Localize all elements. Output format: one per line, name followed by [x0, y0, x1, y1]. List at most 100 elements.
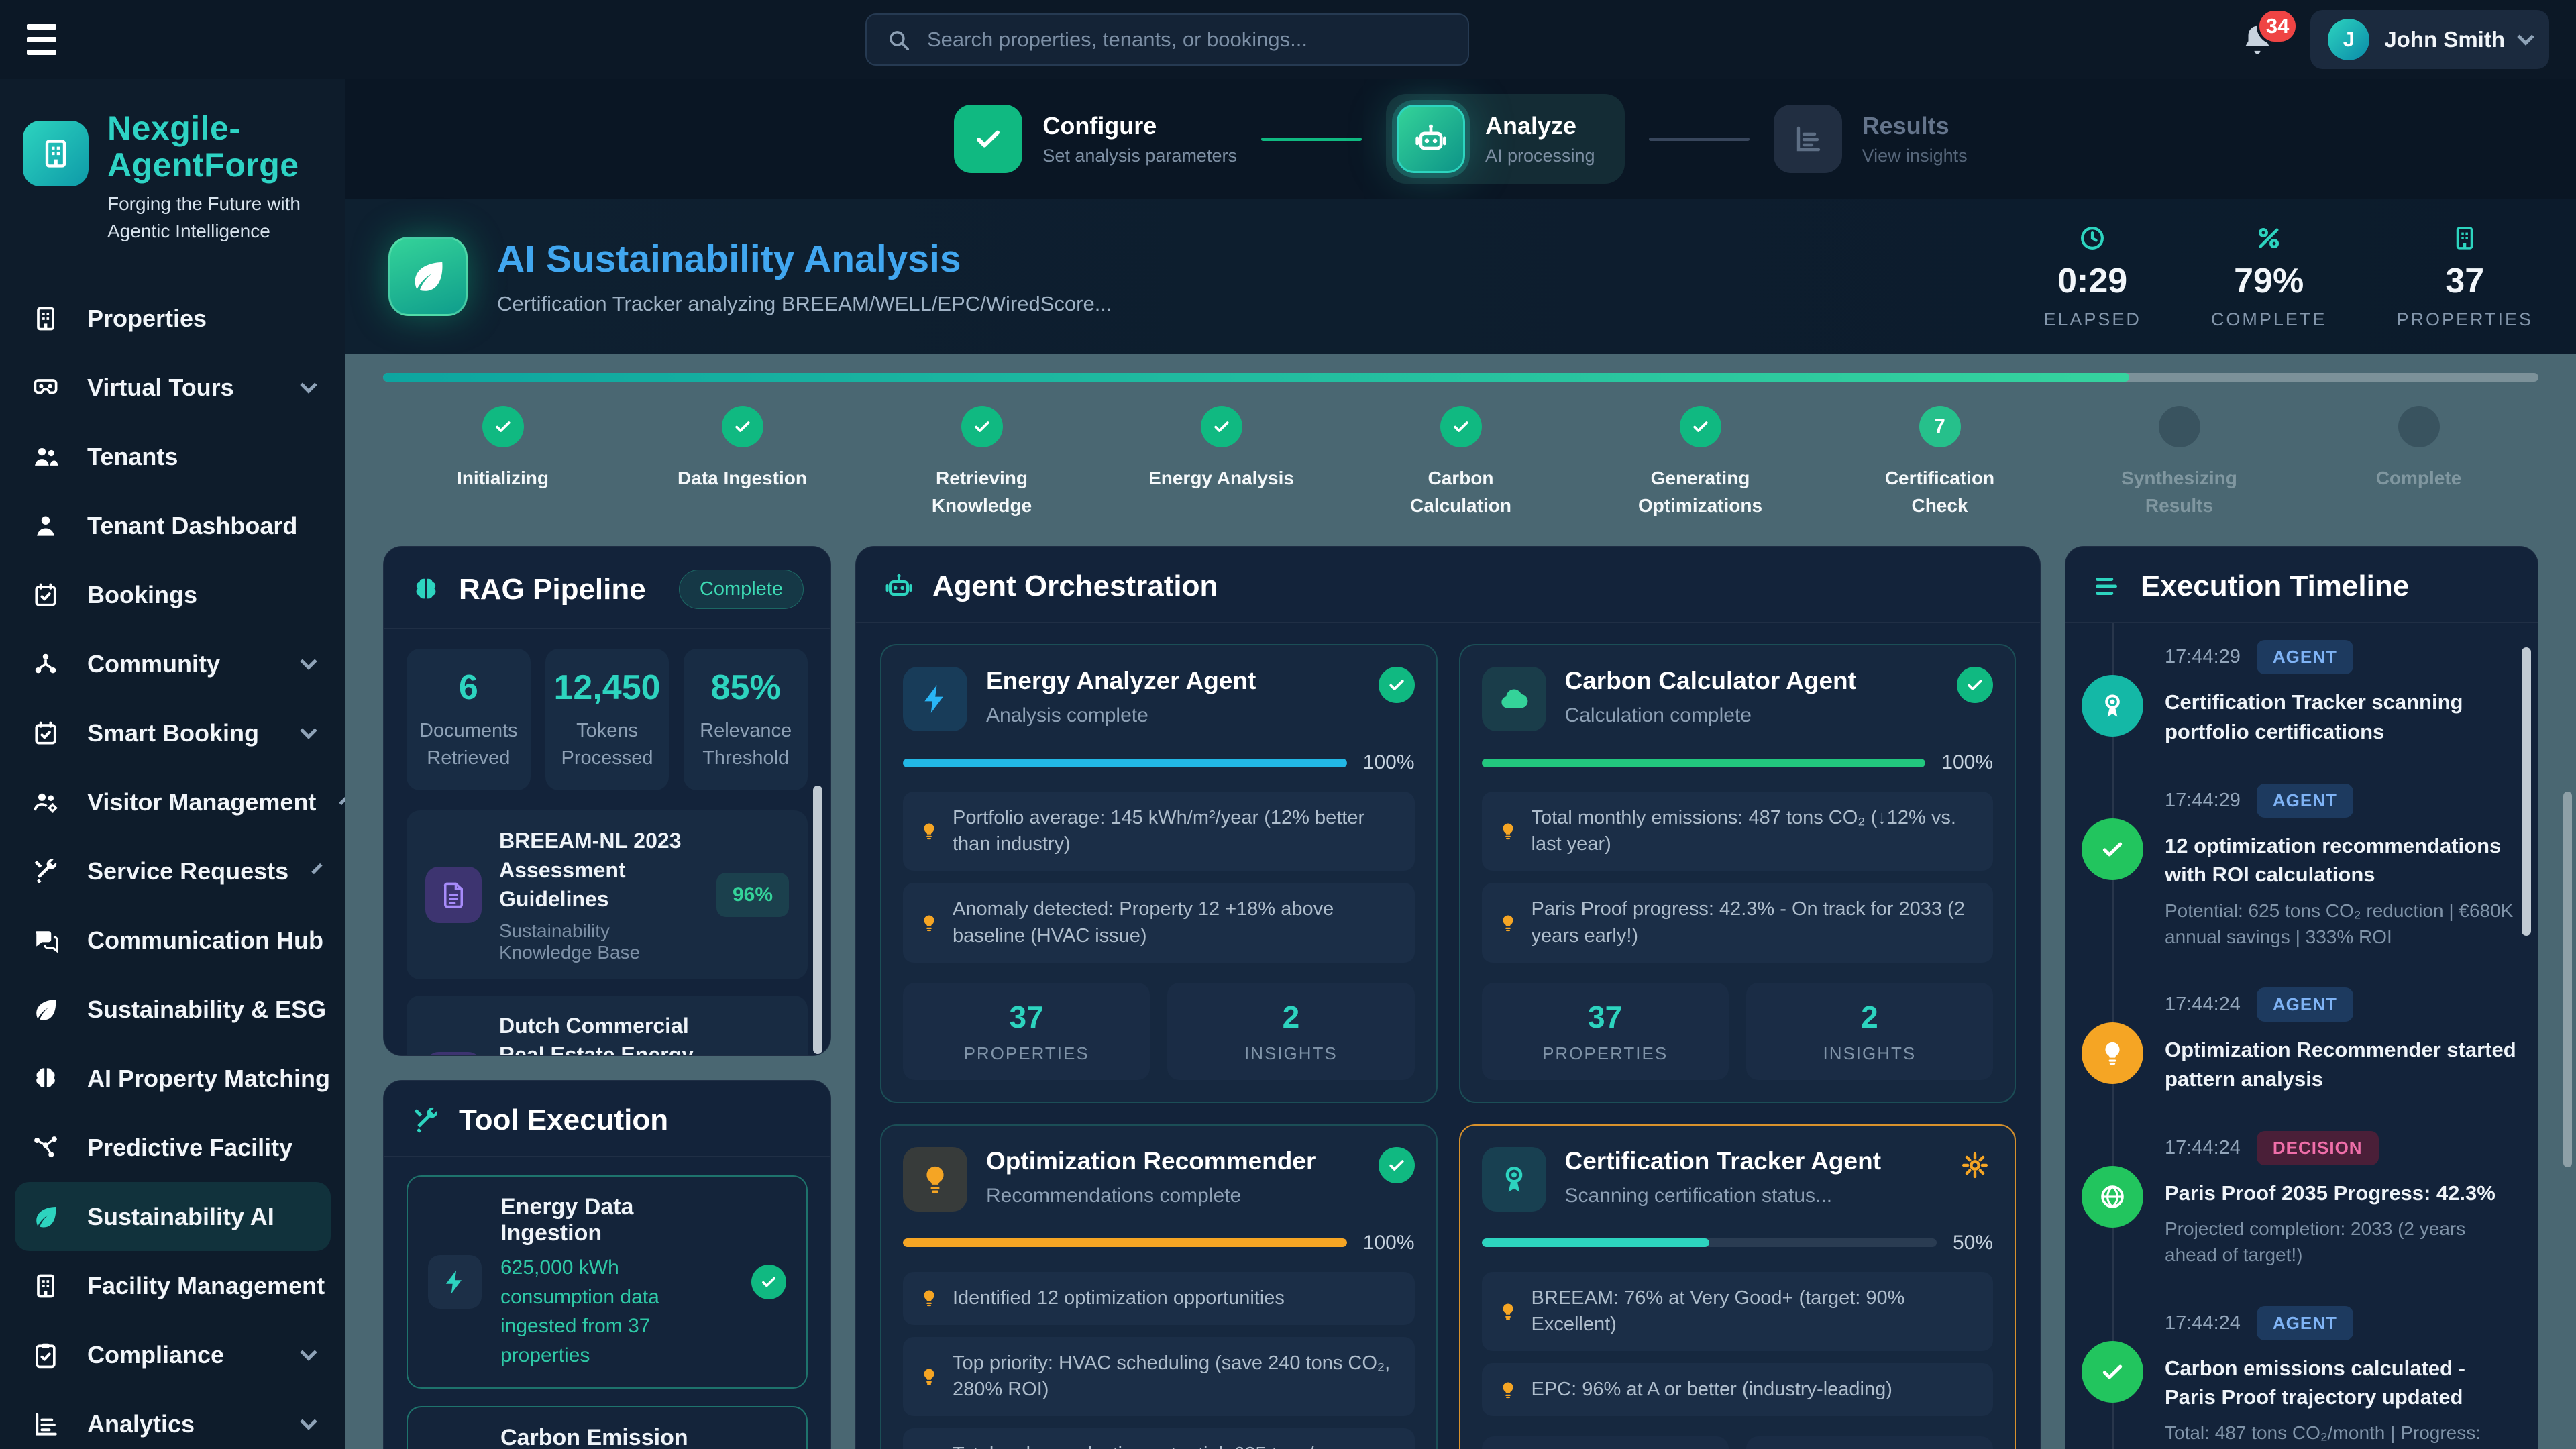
sidebar-item-compliance[interactable]: Compliance — [15, 1320, 331, 1389]
decision-badge: DECISION — [2257, 1131, 2379, 1165]
stat-elapsed: 0:29ELAPSED — [2043, 223, 2141, 330]
sidebar-item-ai-property-matching[interactable]: AI Property Matching — [15, 1044, 331, 1113]
timeline-panel-title: Execution Timeline — [2141, 570, 2409, 603]
agent-badge: AGENT — [2257, 640, 2353, 674]
sidebar-item-label: Communication Hub — [87, 926, 323, 955]
sidebar-item-label: Facility Management — [87, 1272, 325, 1300]
tool-execution-panel: Tool Execution Energy Data Ingestion625,… — [383, 1080, 831, 1449]
chevron-down-icon — [2517, 28, 2534, 45]
vr-goggles-icon — [31, 373, 60, 402]
step-sub: AI processing — [1485, 146, 1595, 166]
app-root: 34 J John Smith Nexgile-AgentForge Forgi… — [0, 0, 2576, 1449]
rag-document-list: BREEAM-NL 2023 Assessment GuidelinesSust… — [384, 810, 830, 1056]
insight: BREEAM: 76% at Very Good+ (target: 90% E… — [1482, 1272, 1994, 1351]
pipeline-steps: Initializing Data Ingestion Retrieving K… — [383, 406, 2538, 519]
avatar: J — [2328, 19, 2369, 60]
nodes-icon — [31, 1133, 60, 1163]
bulb-icon — [919, 821, 939, 841]
sidebar-item-facility-management[interactable]: Facility Management — [15, 1251, 331, 1320]
global-search[interactable] — [865, 13, 1469, 66]
rag-scrollbar[interactable] — [813, 786, 822, 1054]
calendar-check-icon — [31, 580, 60, 610]
bolt-icon — [428, 1255, 482, 1309]
sidebar-item-predictive-facility[interactable]: Predictive Facility — [15, 1113, 331, 1182]
search-input[interactable] — [926, 27, 1449, 52]
stat-properties: 37PROPERTIES — [2396, 223, 2533, 330]
sidebar-item-tenants[interactable]: Tenants — [15, 422, 331, 491]
rag-document[interactable]: BREEAM-NL 2023 Assessment GuidelinesSust… — [407, 810, 808, 979]
chevron-down-icon — [339, 794, 345, 805]
timeline-entry: 17:44:24AGENT Optimization Recommender s… — [2065, 970, 2538, 1114]
chevron-down-icon — [300, 376, 317, 393]
sidebar-item-properties[interactable]: Properties — [15, 284, 331, 353]
tool-energy-data-ingestion[interactable]: Energy Data Ingestion625,000 kWh consump… — [407, 1175, 808, 1389]
check-icon — [722, 406, 763, 447]
timeline-scrollbar[interactable] — [2522, 647, 2531, 936]
sidebar-item-label: Service Requests — [87, 857, 288, 885]
bolt-icon — [903, 667, 967, 731]
tool-carbon-emission-calculator[interactable]: Carbon Emission CalculatorScope 1: 48.7t… — [407, 1406, 808, 1449]
bulb-icon — [919, 1288, 939, 1308]
pipeline-step-initializing: Initializing — [383, 406, 623, 519]
sidebar-item-sustainability-esg[interactable]: Sustainability & ESG — [15, 975, 331, 1044]
bulb-icon — [1498, 1380, 1518, 1400]
step-results[interactable]: ResultsView insights — [1774, 105, 1968, 173]
agent-badge: AGENT — [2257, 1306, 2353, 1340]
search-icon — [885, 27, 911, 52]
leaf-icon — [31, 995, 60, 1024]
brain-icon — [411, 574, 441, 605]
pipeline-step-synthesizing-results: Synthesizing Results — [2059, 406, 2299, 519]
check-icon — [1957, 667, 1993, 703]
user-name: John Smith — [2384, 27, 2505, 52]
check-icon — [1680, 406, 1721, 447]
timeline-entry: 17:44:24DECISION Paris Proof 2035 Progre… — [2065, 1114, 2538, 1289]
people-icon — [31, 442, 60, 472]
agent-stat: 2INSIGHTS — [1746, 1436, 1993, 1449]
sidebar-item-label: Tenants — [87, 443, 178, 471]
sidebar-item-communication-hub[interactable]: Communication Hub — [15, 906, 331, 975]
insight: Total monthly emissions: 487 tons CO₂ (↓… — [1482, 792, 1994, 871]
bulb-icon — [903, 1147, 967, 1212]
sidebar-item-service-requests[interactable]: Service Requests — [15, 837, 331, 906]
agent-orchestration-panel: Agent Orchestration Energy Analyzer Agen… — [855, 546, 2041, 1449]
agent-card-energy-analyzer[interactable]: Energy Analyzer AgentAnalysis complete 1… — [880, 644, 1438, 1103]
step-label: Analyze — [1485, 112, 1595, 140]
sidebar-item-label: Compliance — [87, 1341, 224, 1369]
step-configure[interactable]: ConfigureSet analysis parameters — [954, 105, 1237, 173]
gear-icon — [1957, 1147, 1993, 1183]
relevance-badge: 96% — [716, 873, 789, 917]
sidebar-item-visitor-management[interactable]: Visitor Management — [15, 767, 331, 837]
rag-pipeline-panel: RAG Pipeline Complete 6Documents Retriev… — [383, 546, 831, 1056]
agent-stat: 37PROPERTIES — [1482, 983, 1729, 1080]
chat-icon — [31, 926, 60, 955]
agent-card-carbon-calculator[interactable]: Carbon Calculator AgentCalculation compl… — [1459, 644, 2017, 1103]
sidebar-item-community[interactable]: Community — [15, 629, 331, 698]
check-icon — [961, 406, 1003, 447]
step-sub: Set analysis parameters — [1042, 146, 1237, 166]
sidebar-item-bookings[interactable]: Bookings — [15, 560, 331, 629]
sidebar-item-analytics[interactable]: Analytics — [15, 1389, 331, 1449]
check-icon — [1440, 406, 1482, 447]
user-menu[interactable]: J John Smith — [2310, 10, 2549, 69]
clipboard-check-icon — [31, 1340, 60, 1370]
agent-card-optimization-recommender[interactable]: Optimization RecommenderRecommendations … — [880, 1124, 1438, 1449]
sidebar-item-sustainability-ai[interactable]: Sustainability AI — [15, 1182, 331, 1251]
sidebar-item-tenant-dashboard[interactable]: Tenant Dashboard — [15, 491, 331, 560]
sidebar-item-smart-booking[interactable]: Smart Booking — [15, 698, 331, 767]
bulb-icon — [2082, 1022, 2143, 1084]
leaf-icon — [388, 237, 468, 316]
notifications-button[interactable]: 34 — [2239, 21, 2275, 58]
page-scrollbar[interactable] — [2563, 792, 2572, 1167]
sidebar-item-virtual-tours[interactable]: Virtual Tours — [15, 353, 331, 422]
rag-document[interactable]: Dutch Commercial Real Estate Energy Benc… — [407, 996, 808, 1056]
agent-card-certification-tracker[interactable]: Certification Tracker AgentScanning cert… — [1459, 1124, 2017, 1449]
step-analyze[interactable]: Analyze AI processing — [1386, 94, 1625, 184]
workflow-stepper: ConfigureSet analysis parameters Analyze… — [345, 79, 2576, 199]
building-icon — [2451, 223, 2479, 253]
hamburger-menu-button[interactable] — [27, 18, 70, 61]
sidebar: Nexgile-AgentForge Forging the Future wi… — [0, 79, 345, 1449]
step-number: 7 — [1934, 415, 1945, 438]
pipeline-progress-bar — [383, 373, 2538, 382]
pipeline-step-complete: Complete — [2299, 406, 2538, 519]
stat-complete: 79%COMPLETE — [2211, 223, 2327, 330]
